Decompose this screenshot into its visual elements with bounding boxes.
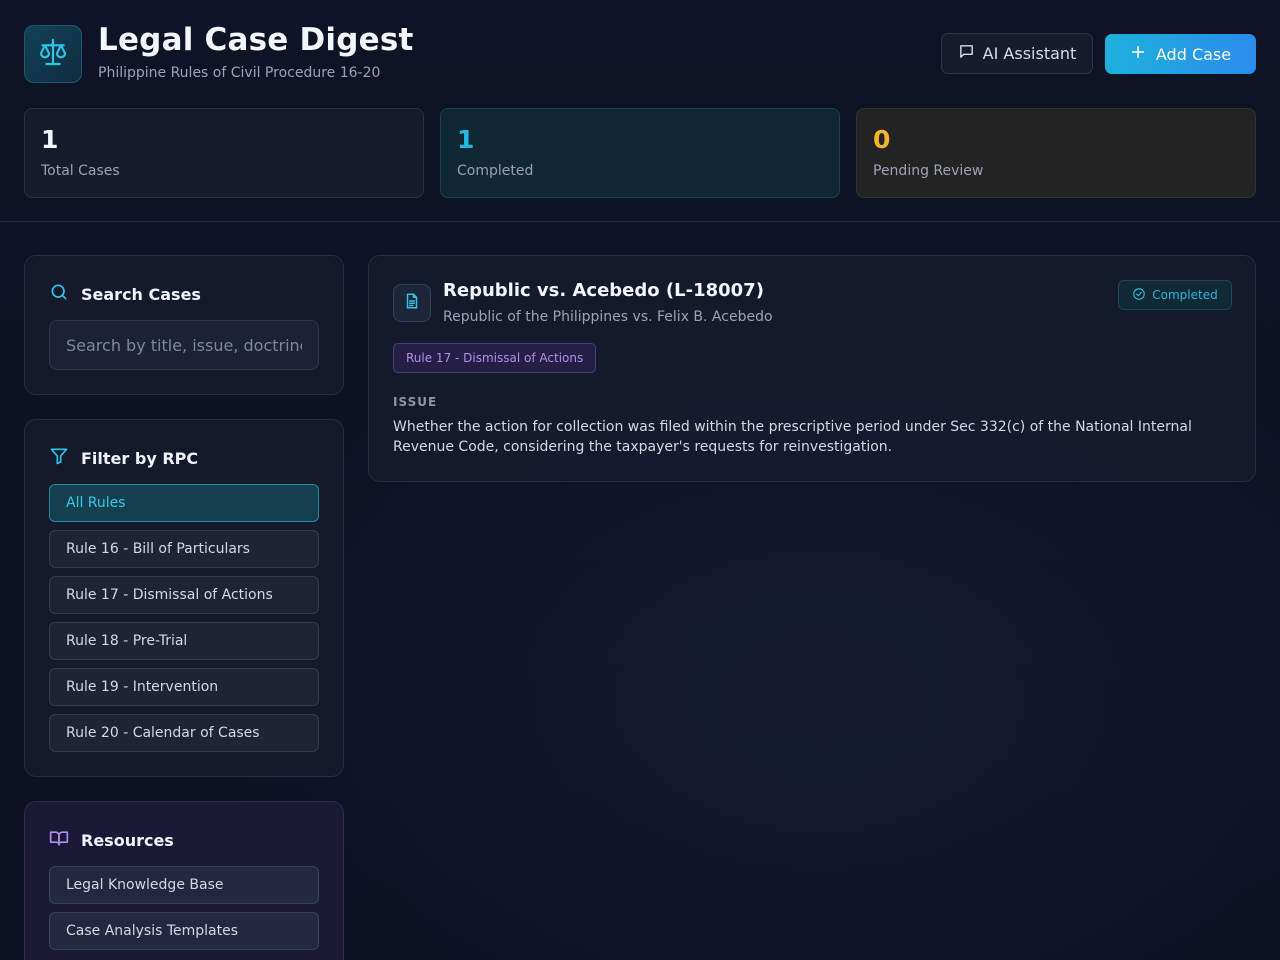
book-icon <box>49 828 69 852</box>
rule-tag: Rule 17 - Dismissal of Actions <box>393 343 597 373</box>
stat-completed: 1 Completed <box>440 108 840 198</box>
search-panel-header: Search Cases <box>49 282 201 306</box>
chat-icon <box>958 43 975 64</box>
filter-panel-header: Filter by RPC <box>49 446 198 470</box>
app-header: Legal Case Digest Philippine Rules of Ci… <box>0 0 1280 222</box>
app-logo <box>24 25 82 83</box>
resources-panel-header: Resources <box>49 828 174 852</box>
document-icon <box>403 292 421 314</box>
case-title[interactable]: Republic vs. Acebedo (L-18007) <box>443 280 764 301</box>
app-subtitle: Philippine Rules of Civil Procedure 16-2… <box>98 65 381 81</box>
stat-value: 1 <box>457 125 475 154</box>
stat-value: 0 <box>873 125 891 154</box>
check-circle-icon <box>1132 287 1146 304</box>
stat-label: Total Cases <box>41 163 120 179</box>
stat-label: Pending Review <box>873 163 984 179</box>
search-icon <box>49 282 69 306</box>
case-parties: Republic of the Philippines vs. Felix B.… <box>443 309 773 325</box>
filter-panel-title: Filter by RPC <box>81 448 199 468</box>
search-panel: Search Cases <box>24 255 344 395</box>
stat-pending-review: 0 Pending Review <box>856 108 1256 198</box>
app-title: Legal Case Digest <box>98 22 414 58</box>
resource-case-templates[interactable]: Case Analysis Templates <box>49 912 319 950</box>
plus-icon <box>1130 44 1146 64</box>
filter-icon <box>49 446 69 470</box>
add-case-label: Add Case <box>1155 44 1232 64</box>
case-document-icon-box <box>393 284 431 322</box>
stat-value: 1 <box>41 125 59 154</box>
stat-label: Completed <box>457 163 534 179</box>
stat-total-cases: 1 Total Cases <box>24 108 424 198</box>
issue-label: ISSUE <box>393 395 438 409</box>
search-panel-title: Search Cases <box>81 284 201 304</box>
resources-panel: Resources Legal Knowledge Base Case Anal… <box>24 801 344 960</box>
filter-item-rule-20[interactable]: Rule 20 - Calendar of Cases <box>49 714 319 752</box>
filter-item-rule-16[interactable]: Rule 16 - Bill of Particulars <box>49 530 319 568</box>
filter-item-rule-19[interactable]: Rule 19 - Intervention <box>49 668 319 706</box>
resource-knowledge-base[interactable]: Legal Knowledge Base <box>49 866 319 904</box>
issue-text: Whether the action for collection was fi… <box>393 419 1192 455</box>
search-input[interactable] <box>49 320 319 370</box>
ai-assistant-button[interactable]: AI Assistant <box>941 33 1093 74</box>
status-label: Completed <box>1152 288 1218 302</box>
filter-item-rule-17[interactable]: Rule 17 - Dismissal of Actions <box>49 576 319 614</box>
filter-item-all-rules[interactable]: All Rules <box>49 484 319 522</box>
status-badge: Completed <box>1118 280 1232 310</box>
add-case-button[interactable]: Add Case <box>1105 34 1256 74</box>
resources-panel-title: Resources <box>81 830 174 850</box>
filter-item-rule-18[interactable]: Rule 18 - Pre-Trial <box>49 622 319 660</box>
ai-assistant-label: AI Assistant <box>982 44 1077 63</box>
scales-icon <box>37 36 69 72</box>
filter-panel: Filter by RPC All Rules Rule 16 - Bill o… <box>24 419 344 777</box>
case-card[interactable]: Republic vs. Acebedo (L-18007) Republic … <box>368 255 1256 482</box>
